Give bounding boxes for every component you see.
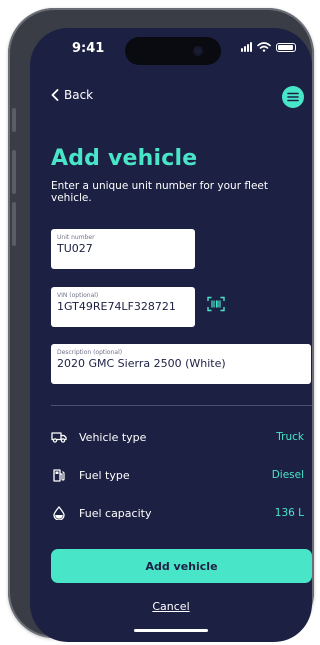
home-indicator (134, 629, 208, 632)
vehicle-type-label: Vehicle type (79, 430, 147, 444)
fuel-type-label: Fuel type (79, 468, 130, 482)
app-screen: 9:41 Back Add vehicle Enter a unique uni… (30, 28, 312, 642)
menu-icon (287, 92, 299, 102)
back-label: Back (64, 88, 94, 102)
silent-switch (12, 108, 16, 132)
camera-icon (193, 46, 203, 56)
vehicle-type-value: Truck (276, 431, 304, 443)
vin-label: VIN (optional) (57, 292, 99, 299)
fuel-capacity-label: Fuel capacity (79, 506, 152, 520)
back-button[interactable]: Back (51, 88, 93, 102)
unit-number-label: Unit number (57, 234, 95, 241)
description-label: Description (optional) (57, 349, 123, 356)
chevron-left-icon (51, 89, 59, 101)
vehicle-type-row[interactable]: Vehicle type Truck (51, 427, 304, 447)
description-value: 2020 GMC Sierra 2500 (White) (57, 357, 226, 370)
fuel-type-row[interactable]: Fuel type Diesel (51, 465, 304, 485)
menu-button[interactable] (282, 86, 304, 108)
barcode-scan-icon[interactable] (207, 296, 225, 312)
page-title: Add vehicle (51, 146, 198, 171)
status-bar: 9:41 (30, 28, 312, 72)
wifi-icon (257, 42, 271, 52)
battery-icon (276, 42, 296, 52)
vin-field[interactable]: VIN (optional) 1GT49RE74LF328721 (51, 287, 195, 327)
unit-number-field[interactable]: Unit number TU027 (51, 229, 195, 269)
volume-down-button (12, 202, 16, 246)
signal-icon (241, 42, 252, 52)
status-icons (241, 42, 296, 52)
volume-up-button (12, 150, 16, 194)
status-time: 9:41 (72, 41, 105, 56)
phone-frame: 9:41 Back Add vehicle Enter a unique uni… (8, 8, 314, 642)
vin-value: 1GT49RE74LF328721 (57, 300, 176, 313)
truck-icon (51, 430, 67, 444)
add-vehicle-button[interactable]: Add vehicle (51, 549, 312, 583)
fuel-type-value: Diesel (271, 469, 304, 481)
cancel-link[interactable]: Cancel (30, 600, 312, 613)
unit-number-value: TU027 (57, 242, 93, 255)
page-subtitle: Enter a unique unit number for your flee… (51, 180, 269, 204)
droplet-icon (51, 506, 67, 520)
fuel-capacity-row[interactable]: Fuel capacity 136 L (51, 503, 304, 523)
fuel-capacity-value: 136 L (274, 507, 304, 519)
description-field[interactable]: Description (optional) 2020 GMC Sierra 2… (51, 344, 311, 384)
dynamic-island (125, 37, 221, 65)
section-divider (51, 405, 312, 406)
fuel-pump-icon (51, 468, 67, 482)
